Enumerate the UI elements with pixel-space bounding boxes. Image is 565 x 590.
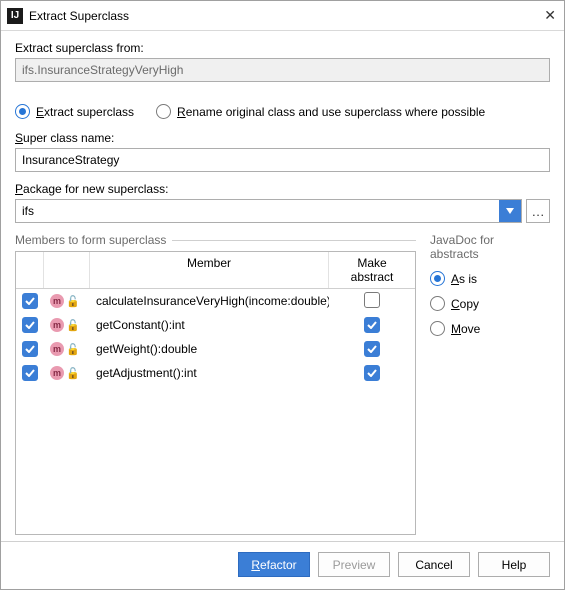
method-icon: m [50,342,64,356]
radio-dot-icon [156,104,171,119]
col-header-check [16,252,44,288]
radio-dot-icon [15,104,30,119]
javadoc-move-label: Move [451,322,480,336]
radio-dot-icon [430,296,445,311]
radio-extract-label: Extract superclass [36,105,134,119]
radio-javadoc-move[interactable]: Move [430,321,550,336]
radio-dot-icon [430,321,445,336]
abstract-checkbox[interactable] [364,317,380,333]
chevron-down-icon [506,208,514,214]
table-row: m🔓 getConstant():int [16,313,415,337]
table-row: m🔓 getAdjustment():int [16,361,415,385]
radio-rename-original[interactable]: Rename original class and use superclass… [156,104,485,119]
help-button[interactable]: Help [478,552,550,577]
close-icon[interactable]: ✕ [528,7,556,24]
from-field [15,58,550,82]
javadoc-group-label: JavaDoc for abstracts [430,233,550,261]
titlebar: IJ Extract Superclass ✕ [1,1,564,31]
table-row: m🔓 getWeight():double [16,337,415,361]
abstract-checkbox[interactable] [364,341,380,357]
visibility-icon: 🔓 [66,343,80,356]
visibility-icon: 🔓 [66,367,80,380]
table-row: m🔓 calculateInsuranceVeryHigh(income:doub… [16,289,415,313]
col-header-icon [44,252,90,288]
package-field[interactable] [16,200,499,222]
package-label: Package for new superclass: [15,182,550,196]
package-browse-button[interactable]: … [526,199,550,223]
members-group-label: Members to form superclass [15,233,416,247]
radio-dot-icon [430,271,445,286]
col-header-abstract: Make abstract [329,252,415,288]
method-icon: m [50,318,64,332]
method-icon: m [50,366,64,380]
radio-rename-label: Rename original class and use superclass… [177,105,485,119]
abstract-checkbox[interactable] [364,365,380,381]
row-checkbox[interactable] [22,317,38,333]
package-combobox[interactable] [15,199,522,223]
col-header-member: Member [90,252,329,288]
super-name-label: Super class name: [15,131,550,145]
refactor-button[interactable]: Refactor [238,552,310,577]
radio-javadoc-asis[interactable]: As is [430,271,550,286]
visibility-icon: 🔓 [66,319,80,332]
radio-javadoc-copy[interactable]: Copy [430,296,550,311]
cancel-button[interactable]: Cancel [398,552,470,577]
row-checkbox[interactable] [22,293,38,309]
from-label: Extract superclass from: [15,41,550,55]
member-name[interactable]: getConstant():int [90,314,329,336]
row-checkbox[interactable] [22,341,38,357]
radio-extract-superclass[interactable]: Extract superclass [15,104,134,119]
members-table: Member Make abstract m🔓calculateInsuranc… [15,251,416,535]
preview-button[interactable]: Preview [318,552,390,577]
method-icon: m [50,294,64,308]
javadoc-copy-label: Copy [451,297,479,311]
abstract-checkbox[interactable] [364,292,380,308]
window-title: Extract Superclass [29,9,528,23]
app-icon: IJ [7,8,23,24]
visibility-icon: 🔓 [66,295,80,308]
member-name[interactable]: getWeight():double [90,338,329,360]
member-name[interactable]: getAdjustment():int [90,362,329,384]
row-checkbox[interactable] [22,365,38,381]
package-dropdown-button[interactable] [499,200,521,222]
super-name-field[interactable] [15,148,550,172]
javadoc-asis-label: As is [451,272,477,286]
member-name[interactable]: calculateInsuranceVeryHigh(income:double… [90,290,329,312]
